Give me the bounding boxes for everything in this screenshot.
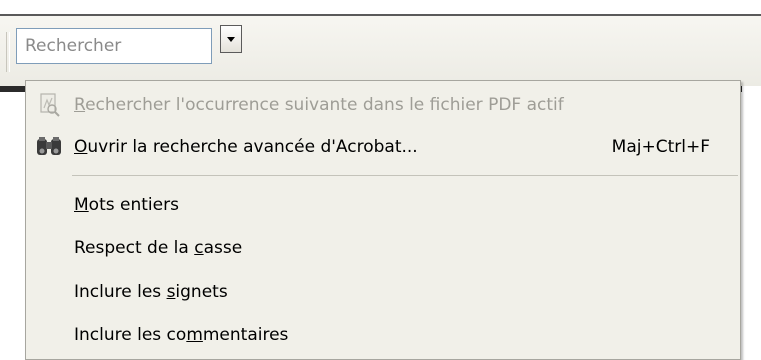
mnemonic-letter: R bbox=[74, 95, 86, 115]
menu-item-label-rest: echercher l'occurrence suivante dans le … bbox=[85, 95, 564, 115]
menu-item-label-start: Respect de la bbox=[74, 238, 195, 258]
menu-item-shortcut: Maj+Ctrl+F bbox=[611, 137, 710, 157]
mnemonic-letter: m bbox=[186, 325, 203, 345]
menu-item-label-rest: ignets bbox=[175, 282, 228, 302]
binoculars-icon bbox=[37, 137, 61, 155]
search-box[interactable] bbox=[16, 28, 212, 64]
menu-item-match-case[interactable]: Respect de la casse bbox=[26, 229, 740, 267]
menu-item-label: Mots entiers bbox=[74, 195, 179, 215]
menu-item-label-start: Inclure les co bbox=[74, 325, 187, 345]
search-options-dropdown-button[interactable] bbox=[220, 25, 242, 53]
page-background bbox=[742, 86, 761, 360]
menu-item-label: Inclure les commentaires bbox=[74, 325, 288, 345]
pdf-search-icon bbox=[40, 93, 60, 117]
menu-item-label: Inclure les signets bbox=[74, 282, 228, 302]
menu-item-label-rest: mentaires bbox=[202, 325, 289, 345]
menu-item-label: Ouvrir la recherche avancée d'Acrobat... bbox=[74, 137, 418, 157]
menu-item-label-start: Inclure les bbox=[74, 282, 167, 302]
toolbar bbox=[0, 16, 761, 86]
menu-item-find-next-in-pdf[interactable]: Rechercher l'occurrence suivante dans le… bbox=[26, 86, 740, 124]
menu-item-label-rest: asse bbox=[203, 238, 243, 258]
mnemonic-letter: M bbox=[74, 195, 89, 215]
menu-separator bbox=[72, 175, 738, 176]
menu-item-include-comments[interactable]: Inclure les commentaires bbox=[26, 316, 740, 354]
menu-item-include-bookmarks[interactable]: Inclure les signets bbox=[26, 273, 740, 311]
chevron-down-icon bbox=[227, 36, 235, 42]
search-options-menu: Rechercher l'occurrence suivante dans le… bbox=[25, 80, 741, 360]
menu-item-label-rest: ots entiers bbox=[88, 195, 179, 215]
search-input[interactable] bbox=[17, 29, 211, 63]
mnemonic-letter: c bbox=[194, 238, 204, 258]
toolbar-grip-handle[interactable] bbox=[6, 32, 10, 72]
menu-item-label: Rechercher l'occurrence suivante dans le… bbox=[74, 95, 564, 115]
menu-item-label-rest: uvrir la recherche avancée d'Acrobat... bbox=[87, 137, 418, 157]
menu-item-whole-words[interactable]: Mots entiers bbox=[26, 186, 740, 224]
menu-item-open-advanced-search[interactable]: Ouvrir la recherche avancée d'Acrobat...… bbox=[26, 128, 740, 166]
mnemonic-letter: O bbox=[74, 137, 88, 157]
menu-item-label: Respect de la casse bbox=[74, 238, 242, 258]
